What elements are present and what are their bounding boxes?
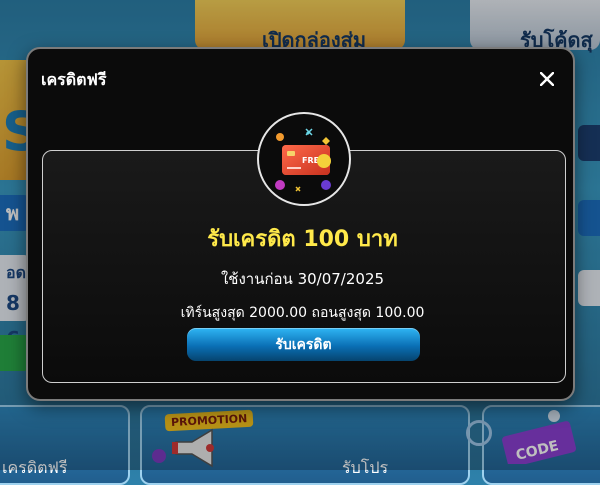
free-credit-modal: เครดิตฟรี FREE รับเครดิต 100 บาท ใช้งานก… [26,47,575,401]
credit-card-icon: FREE [275,128,331,192]
free-credit-badge: FREE [257,112,351,206]
close-icon [540,72,554,86]
claim-credit-button[interactable]: รับเครดิต [187,328,420,361]
modal-title: เครดิตฟรี [41,70,107,89]
close-button[interactable] [535,67,559,91]
turnover-withdraw-limits: เทิร์นสูงสุด 2000.00 ถอนสูงสุด 100.00 [180,305,425,321]
expiry-text: ใช้งานก่อน 30/07/2025 [220,270,385,288]
reward-title: รับเครดิต 100 บาท [207,227,398,252]
